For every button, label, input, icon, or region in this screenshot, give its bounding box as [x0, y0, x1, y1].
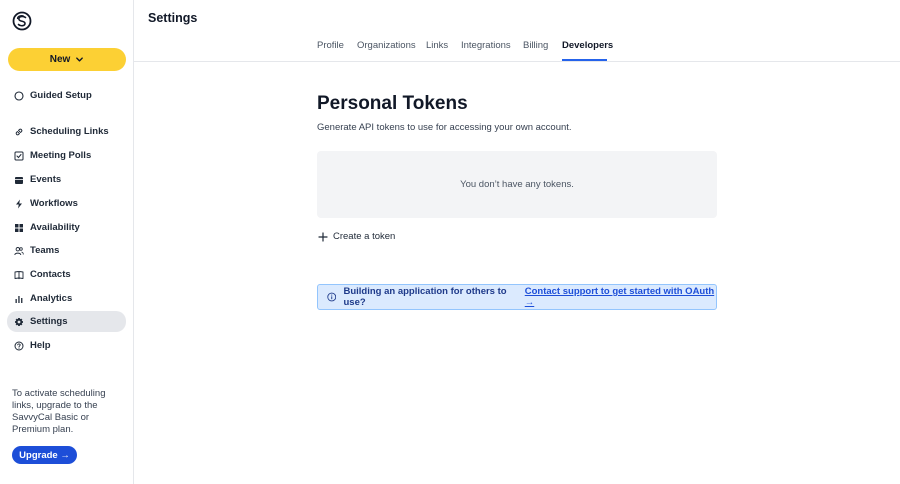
contact-support-link[interactable]: Contact support to get started with OAut… — [525, 286, 716, 308]
link-icon — [14, 127, 24, 137]
new-button[interactable]: New — [8, 48, 126, 71]
users-icon — [14, 246, 24, 256]
help-icon — [14, 341, 24, 351]
info-icon — [327, 292, 337, 302]
poll-icon — [14, 151, 24, 161]
sidebar-item-availability[interactable]: Availability — [7, 217, 126, 238]
sidebar-item-label: Analytics — [30, 293, 73, 304]
tab-integrations[interactable]: Integrations — [461, 40, 511, 51]
upgrade-button[interactable]: Upgrade → — [12, 446, 77, 464]
tab-profile[interactable]: Profile — [317, 40, 344, 51]
sidebar-item-label: Teams — [30, 245, 60, 256]
gear-icon — [14, 317, 24, 327]
tab-links[interactable]: Links — [426, 40, 448, 51]
settings-tabs: Profile Organizations Links Integrations… — [134, 30, 900, 62]
sidebar-item-label: Help — [30, 340, 51, 351]
empty-state-text: You don’t have any tokens. — [460, 179, 574, 190]
sidebar-item-settings[interactable]: Settings — [7, 311, 126, 332]
sidebar-item-help[interactable]: Help — [7, 335, 126, 356]
page-title: Settings — [148, 11, 198, 25]
grid-icon — [14, 223, 24, 233]
tab-billing[interactable]: Billing — [523, 40, 548, 51]
sidebar-item-meeting-polls[interactable]: Meeting Polls — [7, 145, 126, 166]
upgrade-notice: To activate scheduling links, upgrade to… — [12, 388, 106, 435]
create-token-label: Create a token — [333, 231, 396, 242]
plus-icon — [318, 231, 328, 242]
bar-chart-icon — [14, 294, 24, 304]
sidebar-item-analytics[interactable]: Analytics — [7, 288, 126, 309]
sidebar-item-label: Availability — [30, 222, 80, 233]
info-text: Building an application for others to us… — [343, 286, 507, 308]
sidebar-item-label: Guided Setup — [30, 90, 92, 101]
circle-icon — [14, 90, 24, 101]
sidebar-item-teams[interactable]: Teams — [7, 240, 126, 261]
sidebar-item-label: Events — [30, 174, 62, 185]
sidebar-item-contacts[interactable]: Contacts — [7, 264, 126, 285]
section-subtitle: Generate API tokens to use for accessing… — [317, 122, 572, 133]
tab-organizations[interactable]: Organizations — [357, 40, 416, 51]
sidebar-item-events[interactable]: Events — [7, 169, 126, 190]
sidebar-item-workflows[interactable]: Workflows — [7, 193, 126, 214]
tokens-empty-state: You don’t have any tokens. — [317, 151, 717, 218]
sidebar-item-scheduling-links[interactable]: Scheduling Links — [7, 121, 126, 142]
sidebar-item-label: Contacts — [30, 269, 71, 280]
sidebar-item-label: Workflows — [30, 198, 78, 209]
sidebar: New Guided Setup Scheduling Links Meetin… — [0, 0, 134, 484]
sidebar-item-label: Settings — [30, 316, 68, 327]
sidebar-item-label: Scheduling Links — [30, 126, 109, 137]
book-icon — [14, 270, 24, 280]
sidebar-item-guided-setup[interactable]: Guided Setup — [7, 85, 126, 106]
active-tab-indicator — [562, 59, 607, 61]
calendar-icon — [14, 175, 24, 185]
create-token-button[interactable]: Create a token — [318, 231, 395, 242]
oauth-info-banner: Building an application for others to us… — [317, 284, 717, 310]
new-button-label: New — [49, 54, 71, 65]
section-title: Personal Tokens — [317, 93, 468, 114]
savvycal-logo[interactable] — [12, 11, 32, 31]
chevron-down-icon — [76, 57, 84, 62]
tab-developers[interactable]: Developers — [562, 40, 613, 51]
sidebar-item-label: Meeting Polls — [30, 150, 92, 161]
bolt-icon — [14, 199, 24, 209]
